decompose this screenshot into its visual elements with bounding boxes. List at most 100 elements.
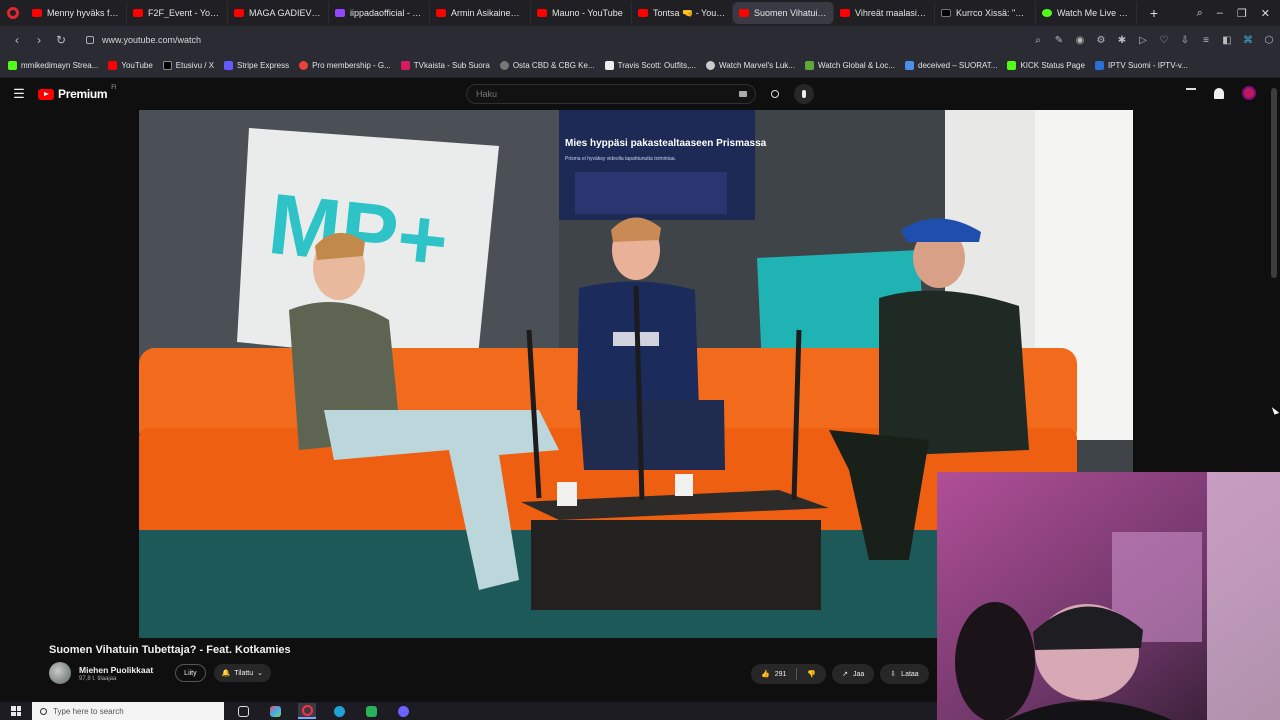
video-title: Suomen Vihatuin Tubettaja? - Feat. Kotka…: [49, 644, 291, 656]
task-view-icon[interactable]: [234, 703, 252, 719]
bookmark-item[interactable]: Pro membership - G...: [299, 61, 391, 70]
play-icon[interactable]: ▷: [1138, 35, 1148, 46]
edge-icon[interactable]: [330, 703, 348, 719]
like-button[interactable]: 👍 291: [751, 670, 796, 679]
bookmark-item[interactable]: Watch Marvel's Luk...: [706, 61, 795, 70]
share-button[interactable]: ↗ Jaa: [832, 664, 875, 684]
search-input[interactable]: Haku: [466, 84, 756, 104]
channel-row: Miehen Puolikkaat 97,8 t. tilaajaa Liity…: [49, 662, 272, 684]
youtube-icon: [436, 9, 446, 17]
tab-armin-asikainen[interactable]: Armin Asikainen vs Ti: [430, 2, 531, 24]
reload-icon[interactable]: ↻: [50, 29, 72, 51]
search-button[interactable]: [764, 84, 786, 104]
tv-subtext: Prisma ei hyväksy videolla tapahtunutta …: [565, 156, 676, 162]
page-scrollbar[interactable]: [1271, 88, 1277, 278]
bookmark-item[interactable]: Stripe Express: [224, 61, 289, 70]
tvkaista-icon: [400, 61, 410, 70]
search-icon: [40, 707, 47, 715]
x-icon: [941, 9, 951, 17]
tab-kurrco[interactable]: Kurrco Xissä: "LAPD: [935, 2, 1036, 24]
media-app-icon[interactable]: [266, 703, 284, 719]
bookmark-item[interactable]: TVkaista - Sub Suora: [400, 61, 490, 70]
green-app-icon[interactable]: [362, 703, 380, 719]
close-icon[interactable]: ✕: [1261, 7, 1270, 20]
like-count: 291: [774, 670, 787, 678]
taskbar-search[interactable]: Type here to search: [32, 702, 224, 720]
bookmark-item[interactable]: mmikedimayn Strea...: [8, 61, 98, 70]
mouse-cursor: [1271, 405, 1280, 415]
search-tabs-icon[interactable]: ⌕: [1197, 7, 1203, 20]
avatar[interactable]: [1242, 86, 1256, 100]
channel-name[interactable]: Miehen Puolikkaat: [79, 665, 153, 675]
opera-logo-icon[interactable]: [0, 0, 26, 26]
tab-watch-me-live[interactable]: Watch Me Live On Ki: [1036, 2, 1137, 24]
windows-taskbar: Type here to search: [0, 702, 937, 720]
youtube-icon: [739, 9, 749, 17]
download-button[interactable]: ⇩ Lataa: [880, 664, 929, 684]
map-pin-icon: [299, 61, 309, 70]
address-bar: ‹ › ↻ www.youtube.com/watch ⌕ ✎ ◉ ⚙ ✱ ▷ …: [0, 26, 1280, 54]
search-placeholder: Haku: [476, 89, 498, 99]
tab-f2f-event[interactable]: F2F_Event - YouTube: [127, 2, 228, 24]
channel-avatar[interactable]: [49, 662, 71, 684]
maximize-icon[interactable]: ❐: [1237, 7, 1247, 20]
kick-icon: [1042, 9, 1052, 17]
tv-inset: [575, 172, 727, 214]
back-icon[interactable]: ‹: [6, 29, 28, 51]
search-icon[interactable]: ⌕: [1033, 35, 1043, 46]
share-label: Jaa: [853, 670, 865, 678]
extensions-cube-icon[interactable]: ⬡: [1264, 35, 1274, 46]
youtube-premium-logo[interactable]: Premium FI: [38, 85, 117, 101]
youtube-header: ☰ Premium FI Haku: [0, 78, 1280, 110]
tab-menny-hyvaks[interactable]: Menny hyväks ft. Op: [26, 2, 127, 24]
thumbs-down-icon: 👎: [807, 671, 817, 678]
aria-icon[interactable]: ⌘: [1243, 35, 1253, 46]
bookmark-item[interactable]: Osta CBD & CBG Ke...: [499, 61, 595, 70]
camera-icon[interactable]: ◉: [1075, 35, 1085, 46]
upload-icon[interactable]: [1186, 88, 1196, 98]
header-actions: [1186, 86, 1256, 100]
bookmark-item[interactable]: deceived – SUORAT...: [905, 61, 997, 70]
bookmark-item[interactable]: KICK Status Page: [1007, 61, 1085, 70]
image-icon: [905, 61, 915, 70]
join-button[interactable]: Liity: [175, 664, 206, 682]
settings-icon[interactable]: ⚙: [1096, 35, 1106, 46]
keyboard-icon[interactable]: [739, 91, 747, 97]
tab-mauno[interactable]: Mauno - YouTube: [531, 2, 632, 24]
tab-tontsa[interactable]: Tontsa 🤜 - YouTube: [632, 2, 733, 24]
extension-icon[interactable]: ✱: [1117, 35, 1127, 46]
tab-iippadaofficial[interactable]: iippadaofficial - Twit: [329, 2, 430, 24]
dislike-button[interactable]: 👎: [797, 670, 826, 678]
new-tab-plus-icon[interactable]: +: [1145, 4, 1163, 22]
android-icon: [804, 61, 814, 70]
kick-icon: [8, 61, 17, 70]
url-field[interactable]: www.youtube.com/watch: [86, 35, 1033, 45]
search-bar: Haku: [466, 84, 814, 104]
cup: [675, 474, 693, 496]
tab-suomen-vihatuin-active[interactable]: Suomen Vihatuin Tub: [733, 2, 834, 24]
voice-search-button[interactable]: [794, 84, 814, 104]
menu-icon[interactable]: ≡: [1201, 35, 1211, 46]
opera-gx-icon[interactable]: [298, 703, 316, 719]
discord-icon[interactable]: [394, 703, 412, 719]
bookmark-item[interactable]: Etusivu / X: [162, 61, 214, 70]
hamburger-menu-icon[interactable]: ☰: [0, 86, 38, 102]
bookmarks-bar: mmikedimayn Strea... YouTube Etusivu / X…: [0, 54, 1280, 78]
bookmark-item[interactable]: IPTV Suomi - IPTV-v...: [1094, 61, 1188, 70]
download-icon[interactable]: ⇩: [1180, 35, 1190, 46]
subscribed-button[interactable]: 🔔 Tilattu ⌄: [213, 664, 272, 682]
minimize-icon[interactable]: –: [1217, 7, 1223, 19]
start-button[interactable]: [0, 702, 32, 720]
bookmark-item[interactable]: YouTube: [108, 61, 153, 70]
chevron-down-icon: ⌄: [257, 670, 264, 677]
kick-icon: [1007, 61, 1017, 70]
bell-icon[interactable]: [1214, 87, 1224, 99]
tab-vihreat-maalasi[interactable]: Vihreät maalasi kann: [834, 2, 935, 24]
wallet-icon[interactable]: ◧: [1222, 35, 1232, 46]
bookmark-item[interactable]: Travis Scott: Outfits,...: [604, 61, 696, 70]
heart-icon[interactable]: ♡: [1159, 35, 1169, 46]
forward-icon[interactable]: ›: [28, 29, 50, 51]
tab-maga-gadiev[interactable]: MAGA GADIEV vs TU: [228, 2, 329, 24]
bookmark-item[interactable]: Watch Global & Loc...: [804, 61, 895, 70]
edit-icon[interactable]: ✎: [1054, 35, 1064, 46]
